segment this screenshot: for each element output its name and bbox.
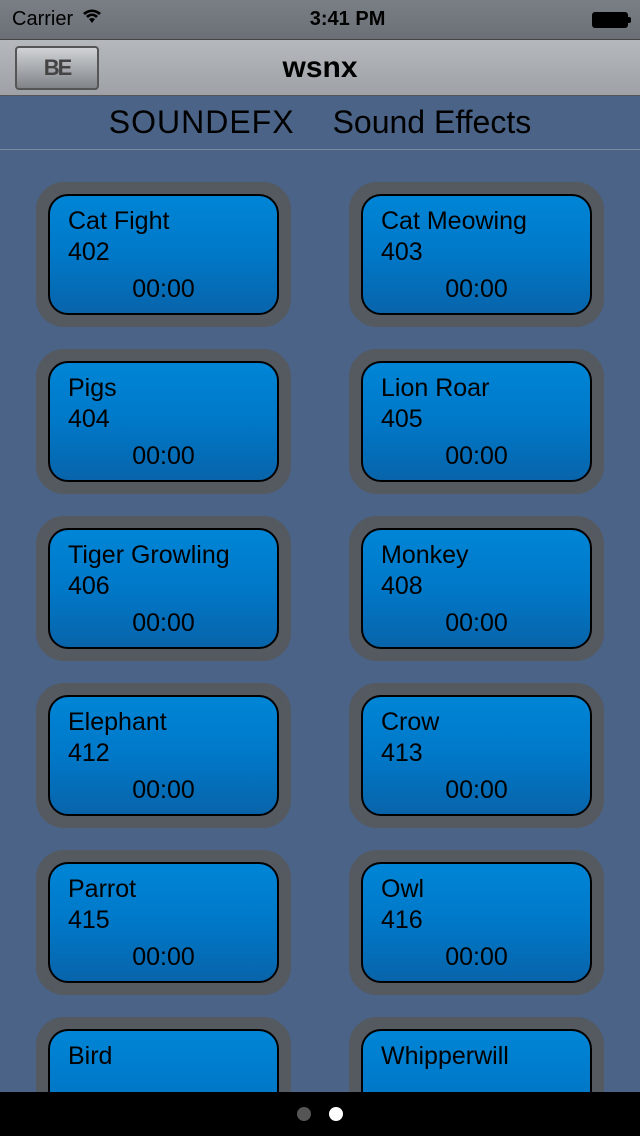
sound-button[interactable]: Monkey408 00:00 [349, 516, 604, 661]
page-dot-1[interactable] [329, 1107, 343, 1121]
sound-button[interactable]: Elephant412 00:00 [36, 683, 291, 828]
logo-text: BE [44, 55, 71, 81]
sound-time: 00:00 [68, 275, 259, 304]
status-left: Carrier [12, 8, 103, 31]
sound-button-inner: Pigs404 00:00 [48, 361, 279, 482]
sound-time: 00:00 [68, 776, 259, 805]
sound-time: 00:00 [381, 442, 572, 471]
sound-button-inner: Parrot415 00:00 [48, 862, 279, 983]
sound-id: 408 [381, 572, 572, 601]
sound-grid-container[interactable]: Cat Fight40200:00Cat Meowing40300:00Pigs… [0, 150, 640, 1092]
wifi-icon [81, 8, 103, 31]
sound-button-inner: Owl416 00:00 [361, 862, 592, 983]
header-code: SOUNDEFX [109, 104, 295, 141]
page-indicator[interactable] [0, 1092, 640, 1136]
sound-name: Cat Meowing [381, 208, 572, 236]
sound-id: 413 [381, 739, 572, 768]
sound-time: 00:00 [381, 943, 572, 972]
sound-id: 406 [68, 572, 259, 601]
header-title: Sound Effects [333, 104, 532, 141]
sound-button-inner: Bird [48, 1029, 279, 1092]
sound-id: 403 [381, 238, 572, 267]
sound-name: Lion Roar [381, 375, 572, 403]
sound-id: 416 [381, 906, 572, 935]
sound-name: Tiger Growling [68, 542, 259, 570]
sound-button[interactable]: Parrot415 00:00 [36, 850, 291, 995]
sound-button[interactable]: Whipperwill [349, 1017, 604, 1092]
sound-button-inner: Monkey408 00:00 [361, 528, 592, 649]
sound-button-inner: Cat Fight402 00:00 [48, 194, 279, 315]
sound-time: 00:00 [381, 275, 572, 304]
sound-button-inner: Crow413 00:00 [361, 695, 592, 816]
sound-button[interactable]: Cat Fight402 00:00 [36, 182, 291, 327]
header-bar: SOUNDEFX Sound Effects [0, 96, 640, 150]
sound-button-inner: Cat Meowing403 00:00 [361, 194, 592, 315]
sound-button[interactable]: Lion Roar405 00:00 [349, 349, 604, 494]
status-bar: Carrier 3:41 PM [0, 0, 640, 40]
sound-button[interactable]: Crow413 00:00 [349, 683, 604, 828]
page-dot-0[interactable] [297, 1107, 311, 1121]
sound-button[interactable]: Tiger Growling406 00:00 [36, 516, 291, 661]
sound-button-inner: Lion Roar405 00:00 [361, 361, 592, 482]
sound-name: Crow [381, 709, 572, 737]
sound-name: Owl [381, 876, 572, 904]
sound-id: 402 [68, 238, 259, 267]
sound-id: 404 [68, 405, 259, 434]
sound-id: 415 [68, 906, 259, 935]
sound-button[interactable]: Owl416 00:00 [349, 850, 604, 995]
sound-button[interactable]: Pigs404 00:00 [36, 349, 291, 494]
sound-id: 405 [381, 405, 572, 434]
sound-button[interactable]: Bird [36, 1017, 291, 1092]
sound-time: 00:00 [381, 609, 572, 638]
sound-time: 00:00 [68, 609, 259, 638]
sound-button-inner: Whipperwill [361, 1029, 592, 1092]
sound-name: Elephant [68, 709, 259, 737]
sound-grid: Cat Fight40200:00Cat Meowing40300:00Pigs… [36, 182, 604, 1092]
sound-time: 00:00 [68, 442, 259, 471]
sound-name: Cat Fight [68, 208, 259, 236]
sound-time: 00:00 [68, 943, 259, 972]
sound-name: Pigs [68, 375, 259, 403]
battery-icon [592, 12, 628, 28]
sound-id: 412 [68, 739, 259, 768]
carrier-label: Carrier [12, 8, 73, 31]
status-right [592, 12, 628, 28]
sound-name: Whipperwill [381, 1043, 572, 1071]
logo-button[interactable]: BE [15, 46, 99, 90]
sound-name: Bird [68, 1043, 259, 1071]
sound-name: Parrot [68, 876, 259, 904]
sound-button[interactable]: Cat Meowing403 00:00 [349, 182, 604, 327]
sound-time: 00:00 [381, 776, 572, 805]
nav-bar: BE wsnx [0, 40, 640, 96]
nav-title: wsnx [282, 51, 357, 85]
status-time: 3:41 PM [310, 8, 386, 31]
sound-name: Monkey [381, 542, 572, 570]
sound-button-inner: Tiger Growling406 00:00 [48, 528, 279, 649]
sound-button-inner: Elephant412 00:00 [48, 695, 279, 816]
